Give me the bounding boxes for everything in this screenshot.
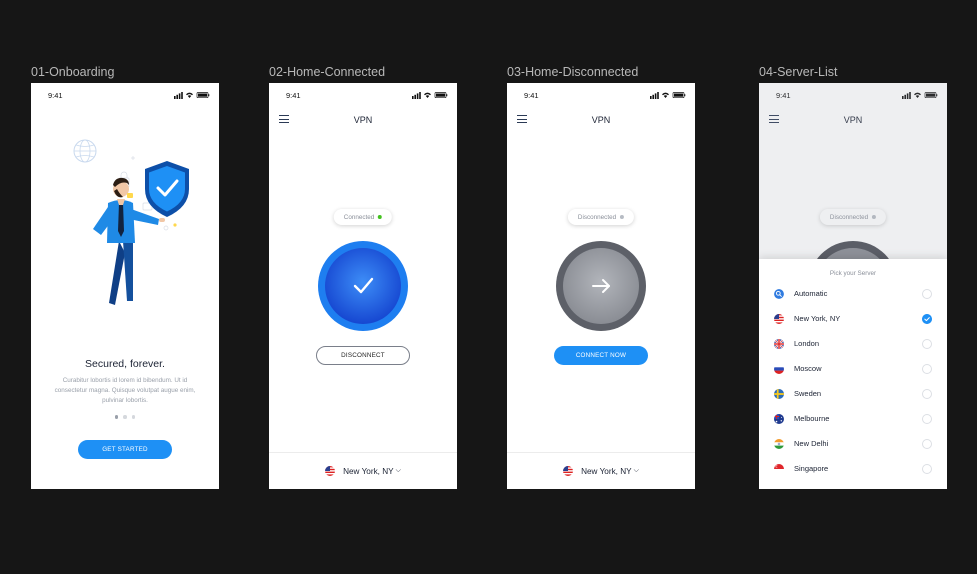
automatic-icon — [774, 288, 784, 299]
server-name: New Delhi — [794, 439, 829, 448]
screen-label-server-list: 04-Server-List — [759, 65, 838, 79]
server-name: London — [794, 339, 820, 348]
status-bar: 9:41 — [31, 83, 219, 105]
status-time: 9:41 — [524, 91, 539, 100]
status-time: 9:41 — [286, 91, 301, 100]
phone-onboarding: 9:41 Secured, forever. Curabitur loborti… — [31, 83, 219, 489]
status-bar: 9:41 — [269, 83, 457, 105]
screen-label-onboarding: 01-Onboarding — [31, 65, 115, 79]
get-started-button[interactable]: GET STARTED — [78, 440, 172, 459]
radio-unselected[interactable] — [922, 413, 932, 424]
server-row-new-delhi[interactable]: New Delhi — [759, 431, 947, 456]
connection-status-pill: Disconnected — [567, 209, 635, 225]
uk-flag-icon — [774, 338, 784, 349]
server-row-melbourne[interactable]: Melbourne — [759, 406, 947, 431]
radio-unselected[interactable] — [922, 388, 932, 399]
connect-now-button[interactable]: CONNECT NOW — [554, 346, 648, 365]
status-icons — [412, 92, 448, 99]
nav-bar: VPN — [507, 111, 695, 129]
sheet-title: Pick your Server — [829, 270, 877, 277]
nav-bar: VPN — [269, 111, 457, 129]
phone-server-list: 9:41 VPN Disconnected Pick your Server A… — [759, 83, 947, 489]
radio-unselected[interactable] — [922, 463, 932, 474]
india-flag-icon — [774, 438, 784, 449]
radio-selected-check-icon[interactable] — [922, 313, 932, 324]
page-dot-2[interactable] — [123, 415, 127, 419]
singapore-flag-icon — [774, 463, 784, 474]
status-icons — [174, 92, 210, 99]
status-bar: 9:41 — [507, 83, 695, 105]
location-selector[interactable]: New York, NY ⌵ — [269, 452, 457, 489]
phone-home-connected: 9:41 VPN Connected DISCONNECT New York, … — [269, 83, 457, 489]
screen-label-home-disconnected: 03-Home-Disconnected — [507, 65, 639, 79]
screen-label-home-connected: 02-Home-Connected — [269, 65, 386, 79]
location-selector[interactable]: New York, NY ⌵ — [507, 452, 695, 489]
server-name: Sweden — [794, 389, 822, 398]
server-picker-sheet: Pick your Server Automatic New York, NY … — [759, 259, 947, 489]
globe-icon — [73, 139, 97, 163]
onboarding-title: Secured, forever. — [85, 358, 165, 370]
server-row-sweden[interactable]: Sweden — [759, 381, 947, 406]
server-row-moscow[interactable]: Moscow — [759, 356, 947, 381]
nav-title: VPN — [591, 115, 611, 125]
us-flag-icon — [774, 313, 784, 324]
chevron-down-icon: ⌵ — [395, 467, 401, 474]
onboarding-body: Curabitur lobortis id lorem id bibendum.… — [54, 377, 196, 404]
page-dot-3[interactable] — [131, 415, 136, 419]
radio-unselected[interactable] — [922, 338, 932, 349]
server-row-london[interactable]: London — [759, 331, 947, 356]
connection-status-text: Connected — [343, 213, 375, 221]
server-row-automatic[interactable]: Automatic — [759, 281, 947, 306]
location-label: New York, NY — [343, 466, 394, 476]
server-name: New York, NY — [794, 314, 841, 323]
server-name: Automatic — [794, 289, 828, 298]
server-name: Melbourne — [794, 414, 830, 423]
status-dot-icon — [378, 215, 383, 219]
server-row-new-york[interactable]: New York, NY — [759, 306, 947, 331]
status-dot-icon — [620, 215, 625, 219]
us-flag-icon — [563, 466, 574, 476]
disconnect-button[interactable]: DISCONNECT — [316, 346, 410, 365]
server-name: Moscow — [794, 364, 822, 373]
status-time: 9:41 — [48, 91, 63, 100]
phone-home-disconnected: 9:41 VPN Disconnected CONNECT NOW New Yo… — [507, 83, 695, 489]
location-label: New York, NY — [581, 466, 632, 476]
sweden-flag-icon — [774, 388, 784, 399]
status-icons — [650, 92, 686, 99]
connection-status-pill: Connected — [333, 209, 393, 225]
shield-icon — [145, 161, 189, 217]
chevron-down-icon: ⌵ — [633, 467, 639, 474]
radio-unselected[interactable] — [922, 288, 932, 299]
onboarding-illustration — [73, 139, 189, 305]
us-flag-icon — [325, 466, 336, 476]
page-dot-1[interactable] — [114, 415, 119, 419]
radio-unselected[interactable] — [922, 438, 932, 449]
server-name: Singapore — [794, 464, 829, 473]
page-indicator — [31, 415, 219, 419]
connection-status-text: Disconnected — [577, 213, 617, 221]
connect-toggle-button[interactable] — [556, 241, 646, 331]
radio-unselected[interactable] — [922, 363, 932, 374]
nav-title: VPN — [353, 115, 373, 125]
connect-toggle-button[interactable] — [318, 241, 408, 331]
australia-flag-icon — [774, 413, 784, 424]
server-row-singapore[interactable]: Singapore — [759, 456, 947, 481]
russia-flag-icon — [774, 363, 784, 374]
